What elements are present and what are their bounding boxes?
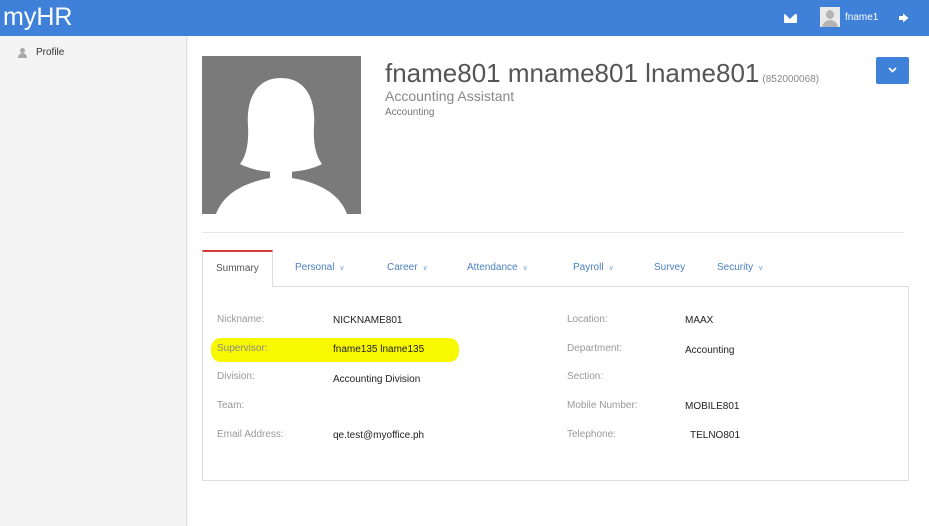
user-icon	[18, 47, 27, 58]
chevron-down-icon: ∨	[522, 265, 528, 272]
profile-photo	[202, 56, 361, 214]
employee-department: Accounting	[385, 107, 435, 118]
user-name-link[interactable]: fname1	[845, 12, 878, 23]
location-value: MAAX	[685, 315, 714, 326]
sidebar: Profile	[0, 36, 187, 526]
telephone-label: Telephone:	[567, 429, 616, 440]
nickname-value: NICKNAME801	[333, 315, 403, 326]
telephone-value: TELNO801	[690, 430, 741, 441]
mail-icon[interactable]	[784, 14, 797, 23]
chevron-down-icon: ∨	[339, 265, 345, 272]
sidebar-item-label: Profile	[36, 47, 65, 58]
top-navbar: myHR fname1	[0, 0, 929, 36]
mobile-number-value: MOBILE801	[685, 401, 740, 412]
section-label: Section:	[567, 371, 604, 382]
tab-label: Personal	[295, 262, 335, 273]
chevron-down-icon: ∨	[758, 265, 764, 272]
email-label: Email Address:	[217, 429, 284, 440]
location-label: Location:	[567, 314, 608, 325]
main-content: fname801 mname801 lname801 (852000068) Ac…	[188, 36, 929, 526]
tab-label: Summary	[216, 263, 259, 274]
header-divider	[202, 232, 904, 233]
nickname-label: Nickname:	[217, 314, 265, 325]
department-label: Department:	[567, 343, 623, 354]
chevron-down-icon	[888, 67, 897, 73]
user-avatar[interactable]	[820, 7, 840, 27]
sidebar-item-profile[interactable]: Profile	[18, 47, 64, 58]
tab-label: Survey	[654, 262, 686, 273]
tab-label: Security	[717, 262, 754, 273]
tab-security[interactable]: Security ∨	[717, 250, 763, 286]
tab-attendance[interactable]: Attendance ∨	[467, 250, 528, 286]
tab-payroll[interactable]: Payroll ∨	[573, 250, 614, 286]
profile-tabs: Summary Personal ∨ Career ∨ Attendance ∨ Pa…	[202, 250, 908, 287]
tab-career[interactable]: Career ∨	[387, 250, 428, 286]
app-brand[interactable]: myHR	[3, 2, 72, 32]
team-label: Team:	[217, 400, 245, 411]
supervisor-label: Supervisor:	[217, 343, 268, 354]
tab-personal[interactable]: Personal ∨	[295, 250, 345, 286]
division-label: Division:	[217, 371, 255, 382]
summary-panel: Nickname: NICKNAME801 Supervisor: fname1…	[202, 286, 909, 481]
chevron-down-icon: ∨	[608, 265, 614, 272]
employee-full-name: fname801 mname801 lname801 (852000068)	[385, 58, 819, 89]
mobile-number-label: Mobile Number:	[567, 400, 638, 411]
tab-label: Attendance	[467, 262, 518, 273]
chevron-down-icon: ∨	[422, 265, 428, 272]
profile-actions-dropdown-button[interactable]	[876, 57, 909, 84]
employee-number: (852000068)	[762, 74, 820, 85]
department-value: Accounting	[685, 345, 735, 356]
employee-job-title: Accounting Assistant	[385, 88, 515, 104]
profile-placeholder-silhouette	[216, 78, 347, 214]
full-name-text: fname801 mname801 lname801	[385, 58, 760, 88]
supervisor-value: fname135 lname135	[333, 344, 425, 355]
tab-label: Payroll	[573, 262, 604, 273]
tab-label: Career	[387, 262, 418, 273]
email-value: qe.test@myoffice.ph	[333, 430, 425, 441]
logout-icon[interactable]	[899, 13, 909, 23]
division-value: Accounting Division	[333, 374, 421, 385]
tab-survey[interactable]: Survey	[654, 250, 685, 286]
tab-summary[interactable]: Summary	[202, 250, 273, 287]
